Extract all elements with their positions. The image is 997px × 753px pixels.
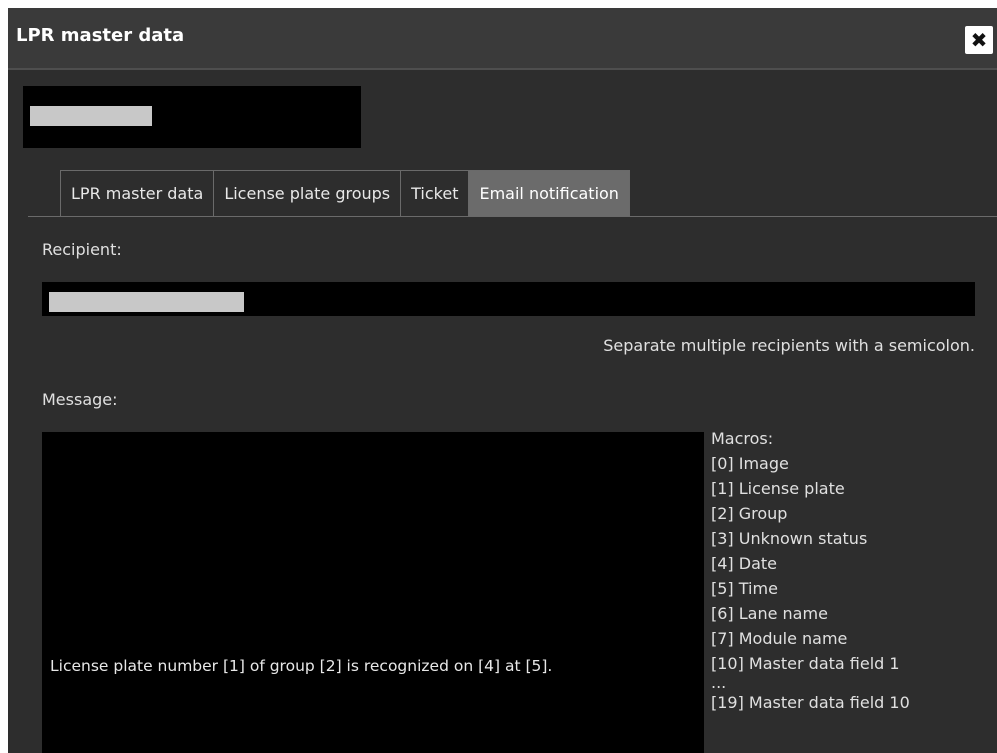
recipient-hint: Separate multiple recipients with a semi… xyxy=(603,336,975,355)
name-field[interactable] xyxy=(23,86,361,148)
message-textarea[interactable]: License plate number [1] of group [2] is… xyxy=(42,432,704,753)
macro-item: ... xyxy=(711,673,727,692)
dialog-title: LPR master data xyxy=(16,25,185,46)
tab-lpr-master-data[interactable]: LPR master data xyxy=(60,170,215,217)
macro-item: [19] Master data field 10 xyxy=(711,693,910,712)
tab-divider xyxy=(28,216,997,217)
macro-item: [4] Date xyxy=(711,554,777,573)
macro-item: [0] Image xyxy=(711,454,789,473)
macro-item: [6] Lane name xyxy=(711,604,828,623)
macro-item: [10] Master data field 1 xyxy=(711,654,900,673)
tab-ticket[interactable]: Ticket xyxy=(400,170,470,217)
macros-title: Macros: xyxy=(711,429,774,448)
message-text: License plate number [1] of group [2] is… xyxy=(50,657,553,675)
macro-item: [1] License plate xyxy=(711,479,845,498)
close-icon[interactable]: ✖ xyxy=(965,26,993,54)
recipient-label: Recipient: xyxy=(42,240,122,259)
tab-license-plate-groups[interactable]: License plate groups xyxy=(213,170,402,217)
macro-item: [2] Group xyxy=(711,504,788,523)
recipient-input[interactable] xyxy=(42,282,975,316)
macro-item: [7] Module name xyxy=(711,629,848,648)
macro-item: [5] Time xyxy=(711,579,778,598)
tab-email-notification[interactable]: Email notification xyxy=(468,170,630,217)
dialog-titlebar[interactable]: LPR master data ✖ xyxy=(8,8,997,70)
macro-item: [3] Unknown status xyxy=(711,529,868,548)
redacted-recipient-value xyxy=(49,292,244,312)
message-label: Message: xyxy=(42,390,118,409)
redacted-name-value xyxy=(30,106,152,126)
lpr-master-data-dialog: LPR master data ✖ LPR master data Licens… xyxy=(8,8,997,753)
tab-bar: LPR master data License plate groups Tic… xyxy=(60,170,630,217)
macros-list: Macros: [0] Image [1] License plate [2] … xyxy=(711,426,910,715)
